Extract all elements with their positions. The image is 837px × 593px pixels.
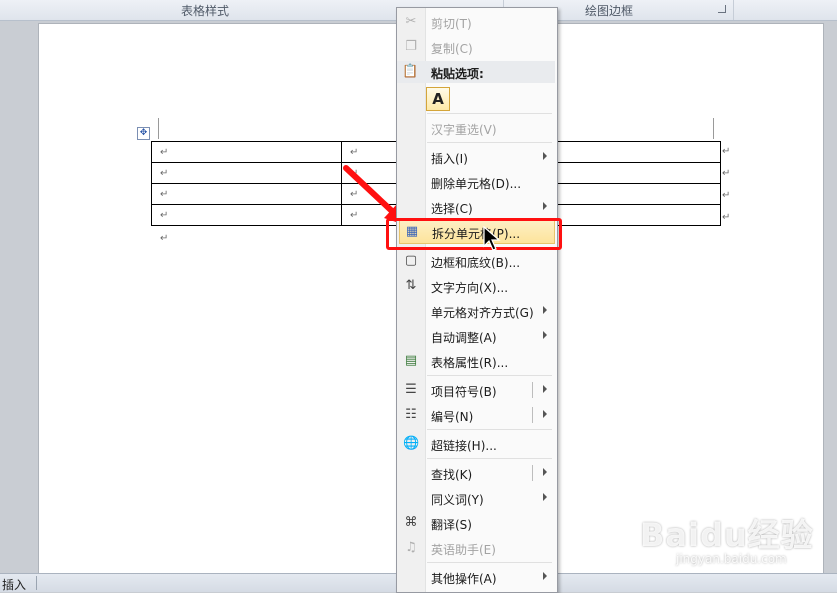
menu-item-label: 项目符号(B) (431, 385, 497, 399)
bullets-icon: ☰ (405, 382, 417, 397)
menu-separator (427, 458, 552, 459)
menu-item-cut[interactable]: ✂ 剪切(T) (399, 11, 555, 33)
menu-item-find[interactable]: 查找(K) (399, 462, 555, 484)
menu-separator (427, 562, 552, 563)
baidu-watermark: Baidu经验 jingyan.baidu.com (640, 510, 814, 566)
hyperlink-icon: 🌐 (403, 436, 420, 451)
menu-item-copy[interactable]: ❐ 复制(C) (399, 36, 555, 58)
menu-item-label: 查找(K) (431, 468, 473, 482)
submenu-arrow-icon (543, 331, 547, 339)
menu-item-borders-shading[interactable]: ▢ 边框和底纹(B)... (399, 250, 555, 272)
paste-options-header: 📋 粘贴选项: (397, 61, 555, 83)
menu-separator (427, 113, 552, 114)
borders-icon: ▢ (404, 253, 418, 268)
scissors-icon: ✂ (405, 14, 417, 29)
highlight-box (386, 218, 562, 250)
split-divider (532, 382, 533, 398)
menu-item-english-assistant[interactable]: ♫ 英语助手(E) (399, 537, 555, 559)
menu-item-label: 复制(C) (431, 42, 473, 56)
submenu-arrow-icon[interactable] (543, 410, 547, 418)
split-divider (532, 465, 533, 481)
menu-item-label: 自动调整(A) (431, 331, 497, 345)
submenu-arrow-icon[interactable] (543, 468, 547, 476)
menu-item-reconversion[interactable]: 汉字重选(V) (399, 117, 555, 139)
text-direction-icon: ⇅ (405, 278, 417, 293)
menu-item-synonyms[interactable]: 同义词(Y) (399, 487, 555, 509)
menu-separator (427, 375, 552, 376)
menu-item-label: 删除单元格(D)... (431, 177, 522, 191)
menu-item-autofit[interactable]: 自动调整(A) (399, 325, 555, 347)
menu-item-label: 选择(C) (431, 202, 473, 216)
menu-item-label: 边框和底纹(B)... (431, 256, 521, 270)
menu-item-translate[interactable]: ⌘ 翻译(S) (399, 512, 555, 534)
menu-item-label: 同义词(Y) (431, 493, 484, 507)
menu-item-label: 插入(I) (431, 152, 468, 166)
submenu-arrow-icon (543, 202, 547, 210)
table-properties-icon: ▤ (404, 353, 418, 368)
keep-text-only-button[interactable]: A (426, 87, 450, 111)
submenu-arrow-icon (543, 493, 547, 501)
menu-item-label: 英语助手(E) (431, 543, 496, 557)
menu-item-numbering[interactable]: ☷ 编号(N) (399, 404, 555, 426)
menu-item-delete-cells[interactable]: 删除单元格(D)... (399, 171, 555, 193)
menu-item-insert[interactable]: 插入(I) (399, 146, 555, 168)
watermark-url: jingyan.baidu.com (676, 552, 787, 566)
numbering-icon: ☷ (405, 407, 417, 422)
menu-item-label: 超链接(H)... (431, 439, 497, 453)
submenu-arrow-icon (543, 306, 547, 314)
translate-icon: ⌘ (404, 515, 418, 530)
menu-item-label: 剪切(T) (431, 17, 472, 31)
paste-options-label: 粘贴选项: (431, 67, 484, 81)
menu-item-other-actions[interactable]: 其他操作(A) (399, 566, 555, 588)
copy-icon: ❐ (405, 39, 417, 54)
menu-separator (427, 142, 552, 143)
menu-item-bullets[interactable]: ☰ 项目符号(B) (399, 379, 555, 401)
mouse-cursor-icon (483, 226, 501, 251)
menu-item-cell-alignment[interactable]: 单元格对齐方式(G) (399, 300, 555, 322)
menu-item-text-direction[interactable]: ⇅ 文字方向(X)... (399, 275, 555, 297)
menu-item-label: 汉字重选(V) (431, 123, 497, 137)
paste-icon: 📋 (402, 64, 419, 79)
menu-item-select[interactable]: 选择(C) (399, 196, 555, 218)
menu-item-table-properties[interactable]: ▤ 表格属性(R)... (399, 350, 555, 372)
menu-item-label: 翻译(S) (431, 518, 472, 532)
menu-item-label: 其他操作(A) (431, 572, 497, 586)
menu-item-hyperlink[interactable]: 🌐 超链接(H)... (399, 433, 555, 455)
watermark-brand: Baidu经验 (640, 516, 814, 554)
menu-item-label: 表格属性(R)... (431, 356, 509, 370)
context-menu: ✂ 剪切(T) ❐ 复制(C) 📋 粘贴选项: A 汉字重选(V) 插入(I) … (396, 7, 558, 593)
submenu-arrow-icon (543, 152, 547, 160)
submenu-arrow-icon[interactable] (543, 385, 547, 393)
menu-separator (427, 429, 552, 430)
menu-item-label: 单元格对齐方式(G) (431, 306, 534, 320)
submenu-arrow-icon (543, 572, 547, 580)
menu-item-label: 编号(N) (431, 410, 474, 424)
split-divider (532, 407, 533, 423)
english-assistant-icon: ♫ (405, 540, 417, 555)
menu-item-label: 文字方向(X)... (431, 281, 509, 295)
